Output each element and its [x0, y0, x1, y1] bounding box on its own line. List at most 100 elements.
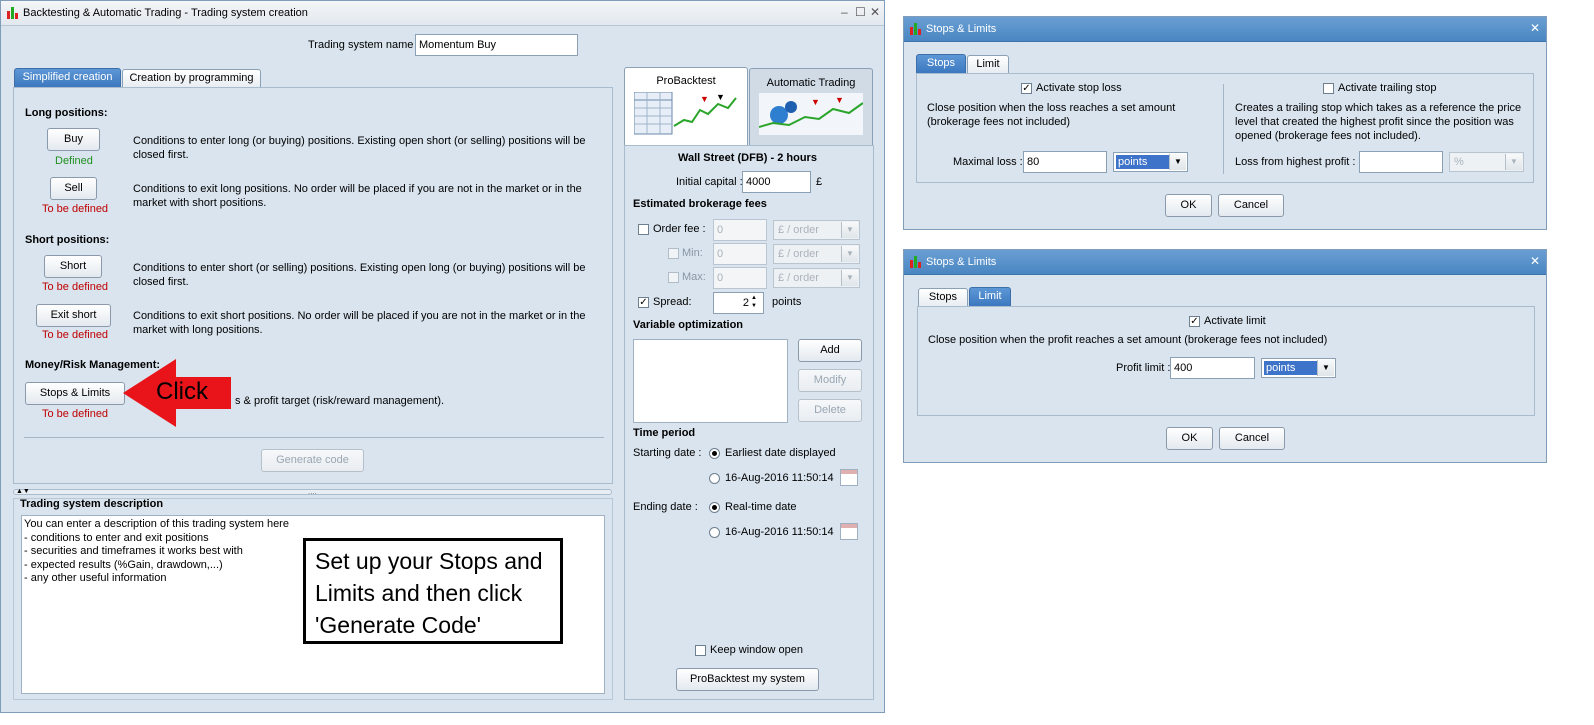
end-calendar-icon[interactable] [840, 523, 858, 540]
end-custom-date-radio[interactable] [709, 527, 720, 538]
stops-divider [1223, 84, 1224, 174]
limit-unit-select[interactable]: points ▼ [1261, 358, 1336, 378]
tab-stops[interactable]: Stops [918, 288, 968, 306]
spread-value: 2 [742, 297, 749, 309]
stops-limits-description: s & profit target (risk/reward managemen… [235, 395, 445, 407]
activate-trailing-stop-label: Activate trailing stop [1338, 82, 1437, 94]
splitter-arrows-icon[interactable]: ▲▼ [16, 488, 30, 496]
max-fee-checkbox[interactable] [668, 272, 679, 283]
activate-stop-loss-label: Activate stop loss [1036, 82, 1122, 94]
delete-variable-button[interactable]: Delete [798, 399, 862, 422]
spread-label: Spread: [653, 296, 692, 308]
tab-limit[interactable]: Limit [967, 55, 1009, 73]
exit-short-description: Conditions to exit short positions. No o… [133, 310, 586, 336]
initial-capital-label: Initial capital : [676, 176, 743, 188]
main-window-title: Backtesting & Automatic Trading - Tradin… [23, 7, 308, 19]
description-line: You can enter a description of this trad… [24, 518, 289, 530]
min-fee-checkbox[interactable] [668, 248, 679, 259]
start-custom-date-radio[interactable] [709, 473, 720, 484]
instruction-callout: Set up your Stops and Limits and then cl… [303, 538, 563, 644]
stop-loss-description: Close position when the loss reaches a s… [927, 102, 1176, 128]
stops-dialog-titlebar: Stops & Limits ✕ [904, 17, 1546, 42]
generate-code-button[interactable]: Generate code [261, 449, 364, 472]
max-fee-label: Max: [682, 271, 706, 283]
short-button[interactable]: Short [44, 255, 102, 278]
maximal-loss-input[interactable]: 80 [1023, 151, 1107, 173]
probacktest-panel: Wall Street (DFB) - 2 hours Initial capi… [624, 145, 874, 700]
tab-limit[interactable]: Limit [969, 287, 1011, 306]
exit-short-status: To be defined [42, 329, 109, 341]
buy-description: Conditions to enter long (or buying) pos… [133, 135, 586, 161]
divider [24, 437, 604, 438]
spread-checkbox[interactable]: ✓ [638, 297, 649, 308]
limit-ok-button[interactable]: OK [1166, 427, 1213, 450]
short-description: Conditions to enter short (or selling) p… [133, 262, 586, 288]
loss-from-highest-input[interactable] [1359, 151, 1443, 173]
spread-stepper-arrows-icon[interactable]: ▲ ▼ [751, 294, 757, 310]
stops-limits-button[interactable]: Stops & Limits [25, 382, 125, 405]
brokerage-heading: Estimated brokerage fees [633, 198, 767, 210]
keep-window-open-checkbox[interactable] [695, 645, 706, 656]
close-icon[interactable]: ✕ [1530, 21, 1540, 35]
automatic-trading-tab-label: Automatic Trading [766, 77, 856, 89]
simplified-creation-panel: Long positions: Buy Defined Conditions t… [13, 87, 613, 484]
system-name-label: Trading system name [308, 39, 414, 51]
earliest-date-radio[interactable] [709, 448, 720, 459]
tab-simplified-creation[interactable]: Simplified creation [14, 68, 121, 87]
close-icon[interactable]: ✕ [1530, 254, 1540, 268]
realtime-date-radio[interactable] [709, 502, 720, 513]
probacktest-chart-icon: ▼ ▼ [634, 92, 737, 135]
svg-text:▼: ▼ [811, 97, 820, 107]
sell-status: To be defined [42, 203, 109, 215]
close-icon[interactable]: ✕ [870, 5, 880, 19]
activate-stop-loss-checkbox[interactable]: ✓ [1021, 83, 1032, 94]
variable-optimization-heading: Variable optimization [633, 319, 744, 331]
loss-from-highest-label: Loss from highest profit : [1235, 156, 1356, 168]
stops-cancel-button[interactable]: Cancel [1218, 194, 1284, 217]
tab-stops[interactable]: Stops [916, 54, 966, 73]
min-fee-input[interactable]: 0 [713, 243, 767, 265]
min-fee-unit-select[interactable]: £ / order ▼ [773, 244, 860, 264]
stops-ok-button[interactable]: OK [1165, 194, 1212, 217]
initial-capital-input[interactable]: 4000 [742, 171, 811, 193]
stops-limits-status: To be defined [42, 408, 109, 420]
buy-status: Defined [55, 155, 93, 167]
time-period-heading: Time period [633, 427, 696, 439]
max-fee-unit-select[interactable]: £ / order ▼ [773, 268, 860, 288]
trailing-unit-select[interactable]: % ▼ [1449, 152, 1524, 172]
svg-text:▼: ▼ [700, 94, 709, 104]
order-fee-unit-select[interactable]: £ / order ▼ [773, 220, 860, 240]
activate-limit-checkbox[interactable]: ✓ [1189, 316, 1200, 327]
exit-short-button[interactable]: Exit short [36, 304, 111, 327]
tab-probacktest[interactable]: ProBacktest ▼ ▼ [624, 67, 748, 145]
max-fee-input[interactable]: 0 [713, 267, 767, 289]
activate-trailing-stop-checkbox[interactable] [1323, 83, 1334, 94]
stops-tab-panel: ✓ Activate stop loss Close position when… [916, 73, 1534, 183]
system-name-input[interactable]: Momentum Buy [415, 34, 578, 56]
start-calendar-icon[interactable] [840, 469, 858, 486]
sell-button[interactable]: Sell [50, 177, 97, 200]
probacktest-my-system-button[interactable]: ProBacktest my system [676, 668, 819, 691]
min-fee-label: Min: [682, 247, 703, 259]
tab-creation-by-programming[interactable]: Creation by programming [122, 69, 261, 87]
limit-dialog-titlebar: Stops & Limits ✕ [904, 250, 1546, 275]
splitter-grip-icon: .... [308, 487, 317, 496]
app-logo-icon [6, 6, 20, 20]
instrument-label: Wall Street (DFB) - 2 hours [678, 152, 817, 164]
splitter-bar[interactable]: ▲▼ .... [13, 487, 612, 496]
spread-unit-label: points [772, 296, 802, 308]
modify-variable-button[interactable]: Modify [798, 369, 862, 392]
minimize-icon[interactable]: – [841, 5, 848, 19]
tab-automatic-trading[interactable]: Automatic Trading ▼ ▼ [749, 68, 873, 145]
order-fee-checkbox[interactable] [638, 224, 649, 235]
profit-limit-input[interactable]: 400 [1170, 357, 1255, 379]
stop-unit-select[interactable]: points ▼ [1113, 152, 1188, 172]
limit-cancel-button[interactable]: Cancel [1219, 427, 1285, 450]
stops-dialog: Stops & Limits ✕ Stops Limit ✓ Activate … [903, 16, 1547, 230]
maximize-icon[interactable]: ☐ [855, 5, 866, 19]
add-variable-button[interactable]: Add [798, 339, 862, 362]
buy-button[interactable]: Buy [47, 128, 100, 151]
svg-text:▼: ▼ [835, 95, 844, 105]
order-fee-input[interactable]: 0 [713, 219, 767, 241]
variable-list[interactable] [633, 339, 788, 423]
